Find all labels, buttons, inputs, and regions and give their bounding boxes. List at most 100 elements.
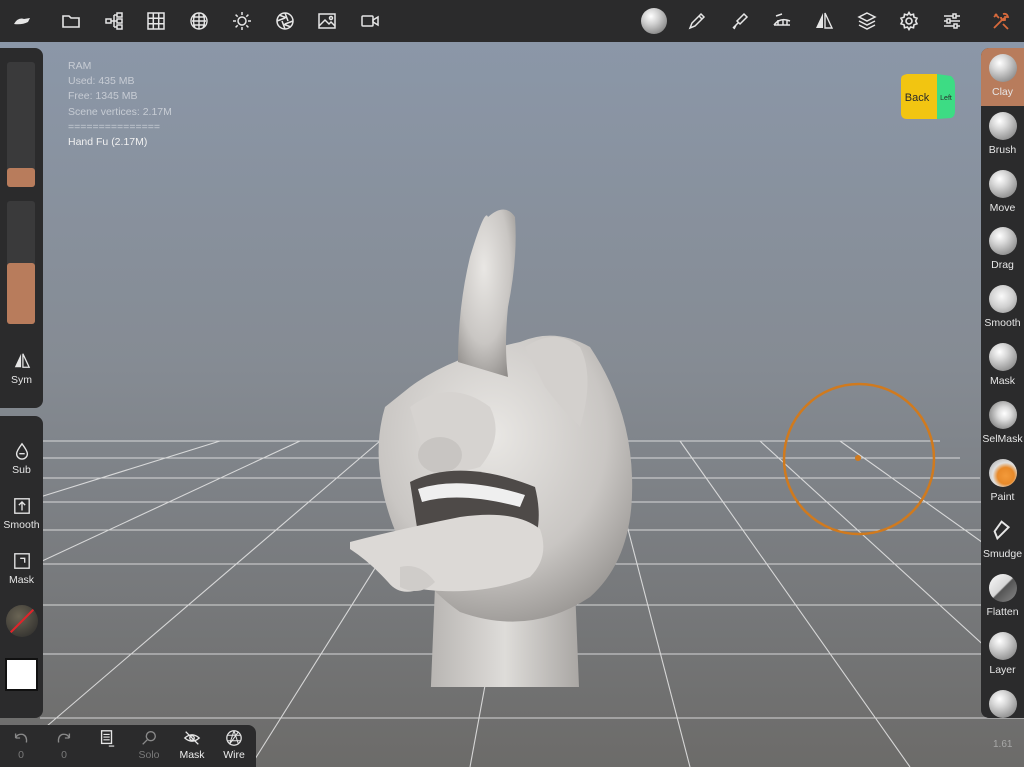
cube-front-label: Back <box>905 92 930 104</box>
mask-tool-icon <box>988 343 1017 371</box>
image-icon[interactable] <box>313 7 341 35</box>
sliders-icon[interactable] <box>938 7 966 35</box>
view-cube[interactable]: Back Left <box>899 73 957 121</box>
smudge-tool-icon <box>989 516 1017 544</box>
wire-label: Wire <box>223 749 245 761</box>
smooth-label: Smooth <box>3 519 40 531</box>
layers-icon[interactable] <box>853 7 881 35</box>
sub-button[interactable]: Sub <box>0 442 43 476</box>
tool-next-partial[interactable] <box>981 684 1024 718</box>
tool-brush[interactable]: Brush <box>981 106 1024 164</box>
tool-label: Smudge <box>982 548 1023 561</box>
tool-label: Brush <box>988 143 1017 156</box>
mask-visibility-button[interactable]: Mask <box>171 729 213 761</box>
intensity-slider[interactable] <box>7 201 35 324</box>
solo-button[interactable]: Solo <box>128 729 170 761</box>
redo-icon <box>57 733 71 743</box>
mask-label: Mask <box>179 749 205 761</box>
material-ball-icon[interactable] <box>640 7 668 35</box>
bottom-toolbar: 0 0 Solo Mask Wire <box>0 725 256 767</box>
light-icon[interactable] <box>228 7 256 35</box>
undo-button[interactable]: 0 <box>0 729 42 761</box>
left-tool-panel: Sub Smooth Mask <box>0 416 43 718</box>
tool-smudge[interactable]: Smudge <box>981 510 1024 568</box>
wire-button[interactable]: Wire <box>213 729 255 761</box>
redo-count: 0 <box>61 749 67 761</box>
tool-mask[interactable]: Mask <box>981 337 1024 395</box>
tool-label: SelMask <box>982 432 1023 445</box>
folder-icon[interactable] <box>57 7 85 35</box>
3d-viewport[interactable] <box>0 42 1024 767</box>
tool-selmask[interactable]: SelMask <box>981 395 1024 453</box>
sym-button[interactable]: Sym <box>0 352 43 386</box>
brush-tool-icon[interactable] <box>726 7 754 35</box>
ram-label: RAM <box>68 60 92 72</box>
color-swatch[interactable] <box>5 658 38 691</box>
tool-move[interactable]: Move <box>981 164 1024 222</box>
tool-partial-icon <box>988 689 1017 718</box>
cube-side-label: Left <box>940 95 952 102</box>
version-label: 1.61 <box>993 739 1013 750</box>
wireframe-icon <box>226 730 242 746</box>
tool-smooth[interactable]: Smooth <box>981 279 1024 337</box>
matcap-preview[interactable] <box>6 605 38 637</box>
mask-box-icon <box>13 553 30 569</box>
selmask-tool-icon <box>988 400 1017 429</box>
ram-free: Free: 1345 MB <box>68 90 138 103</box>
tool-label: Layer <box>989 664 1016 676</box>
brush-tool-icon <box>988 111 1017 140</box>
tool-paint[interactable]: Paint <box>981 453 1024 511</box>
left-slider-panel: Sym <box>0 48 43 408</box>
mask-button[interactable]: Mask <box>0 552 43 586</box>
aperture-icon[interactable] <box>271 7 299 35</box>
mesh-name[interactable]: Hand Fu (2.17M) <box>68 135 172 150</box>
tool-label: Mask <box>989 375 1016 387</box>
tool-label: Clay <box>991 86 1013 98</box>
tool-flatten[interactable]: Flatten <box>981 568 1024 626</box>
solo-label: Solo <box>138 749 160 761</box>
top-toolbar <box>0 0 1024 42</box>
tool-layer[interactable]: Layer <box>981 626 1024 684</box>
scene-vertices: Scene vertices: 2.17M <box>68 105 172 118</box>
camera-icon[interactable] <box>356 7 384 35</box>
sculpted-hand-model[interactable] <box>340 157 650 687</box>
settings-icon[interactable] <box>895 7 923 35</box>
sub-label: Sub <box>12 464 31 476</box>
tool-label: Flatten <box>986 606 1019 619</box>
search-icon <box>142 731 156 745</box>
stats-separator: =============== <box>68 120 160 133</box>
paint-tool-icon <box>988 458 1017 487</box>
symmetry-icon[interactable] <box>810 7 838 35</box>
tool-drag[interactable]: Drag <box>981 221 1024 279</box>
stats-overlay: RAM Used: 435 MB Free: 1345 MB Scene ver… <box>68 59 172 150</box>
smooth-box-icon <box>13 498 30 514</box>
ram-used: Used: 435 MB <box>68 75 135 88</box>
scene-tree-icon[interactable] <box>100 7 128 35</box>
app-logo-icon[interactable] <box>8 7 36 35</box>
grid-icon[interactable] <box>142 7 170 35</box>
document-icon <box>100 730 115 747</box>
scene-list-button[interactable] <box>86 729 128 749</box>
topology-icon[interactable] <box>768 7 796 35</box>
radius-slider[interactable] <box>7 62 35 187</box>
tool-clay[interactable]: Clay <box>981 48 1024 106</box>
smooth-button[interactable]: Smooth <box>0 497 43 531</box>
flatten-tool-icon <box>988 574 1017 603</box>
pen-icon[interactable] <box>683 7 711 35</box>
undo-count: 0 <box>18 749 24 761</box>
sculpt-tools-panel: Clay Brush Move Drag Smooth Mask SelMask Paint S… <box>981 48 1024 718</box>
tools-icon[interactable] <box>987 7 1015 35</box>
undo-icon <box>14 733 28 743</box>
tool-label: Move <box>989 201 1016 214</box>
tool-label: Paint <box>990 490 1015 503</box>
drag-tool-icon <box>988 227 1017 256</box>
layer-tool-icon <box>988 632 1017 660</box>
tool-label: Smooth <box>984 317 1021 330</box>
shading-icon[interactable] <box>185 7 213 35</box>
eye-off-icon <box>183 731 201 745</box>
redo-button[interactable]: 0 <box>43 729 85 761</box>
sym-label: Sym <box>11 374 32 386</box>
no-texture-slash-icon <box>7 606 37 636</box>
symmetry-icon <box>14 353 30 368</box>
brush-cursor-ring <box>782 382 936 536</box>
